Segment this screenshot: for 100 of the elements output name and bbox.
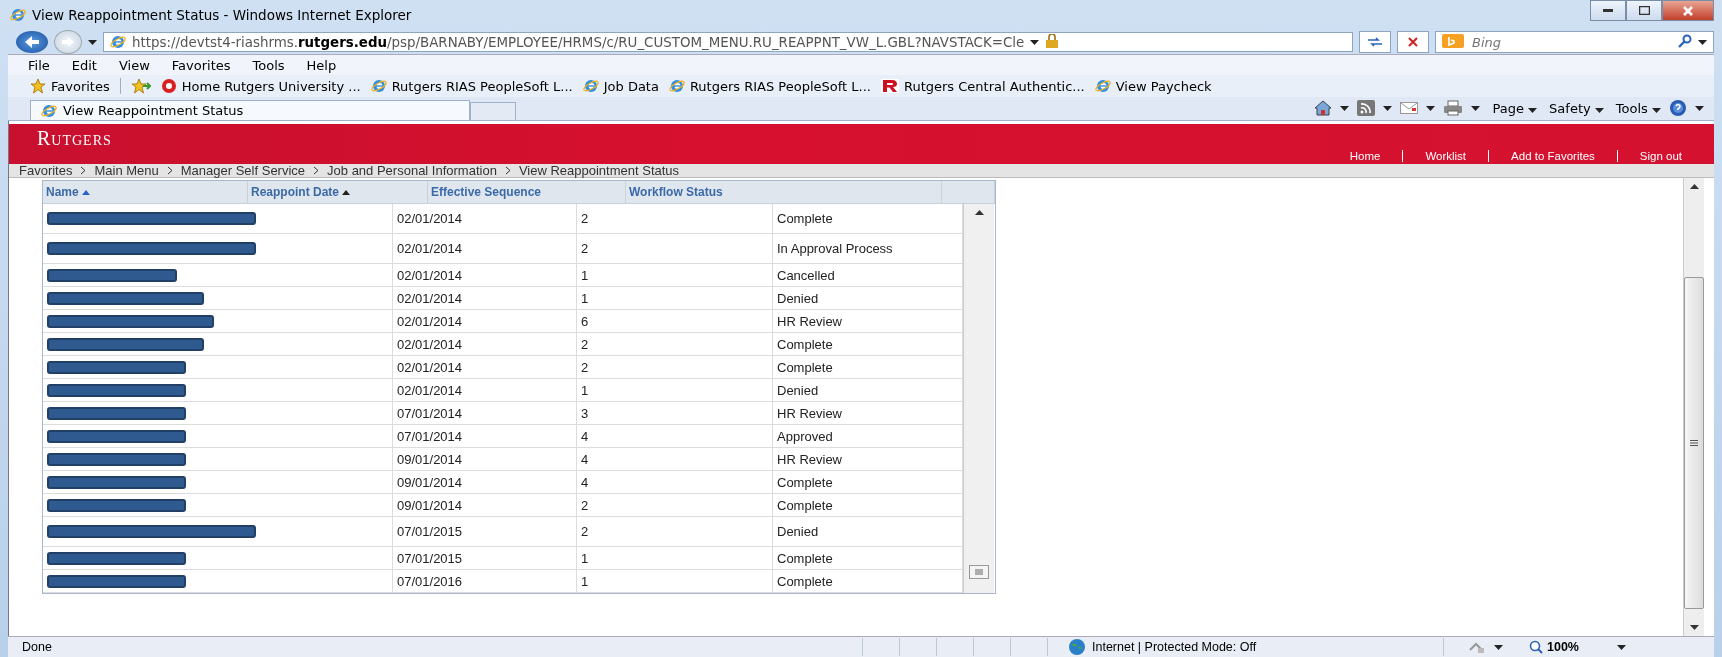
caret-icon[interactable] xyxy=(1340,105,1350,111)
table-cell: 2 xyxy=(577,356,773,378)
favorites-button[interactable]: Favorites xyxy=(30,78,110,94)
bookmark-link[interactable]: View Paycheck xyxy=(1094,78,1212,94)
status-text: Done xyxy=(21,640,53,654)
caret-icon[interactable] xyxy=(1594,107,1604,113)
bookmark-link[interactable]: Job Data xyxy=(582,78,659,94)
caret-icon[interactable] xyxy=(1695,105,1704,111)
caret-icon[interactable] xyxy=(1383,105,1393,111)
header-link[interactable]: Sign out xyxy=(1616,150,1704,162)
table-cell: 1 xyxy=(577,264,773,286)
chevron-icon xyxy=(166,165,173,175)
table-cell: 09/01/2014 xyxy=(393,471,577,493)
table-cell: 07/01/2014 xyxy=(393,402,577,424)
ie-icon xyxy=(668,78,685,94)
command-menu[interactable]: Tools xyxy=(1611,100,1661,116)
table-cell: 3 xyxy=(577,402,773,424)
breadcrumb-link[interactable]: Main Menu xyxy=(94,162,159,178)
home-icon[interactable] xyxy=(1314,100,1333,116)
breadcrumb-link[interactable]: Job and Personal Information xyxy=(327,162,497,178)
address-field[interactable]: https://devtst4-riashrms.rutgers.edu/psp/BARNABY/EMPLOYEE/HRMS/c/RU_CUSTOM_MENU.RU_REAPPNT_VW_L.GBL?NAVSTACK=Cle xyxy=(103,32,1353,52)
chevron-icon xyxy=(80,165,87,175)
right-arrow-icon xyxy=(62,37,74,47)
table-cell: 6 xyxy=(577,310,773,332)
caret-icon[interactable] xyxy=(1494,644,1503,650)
caret-icon[interactable] xyxy=(1471,105,1481,111)
menu-item[interactable]: Help xyxy=(306,57,337,73)
back-button[interactable] xyxy=(16,31,48,53)
caret-icon[interactable] xyxy=(1652,107,1661,113)
caret-icon[interactable] xyxy=(1528,107,1538,113)
column-header[interactable]: Effective Sequence xyxy=(428,181,626,203)
globe-icon xyxy=(1068,638,1086,656)
caret-icon[interactable] xyxy=(1030,39,1040,45)
column-header[interactable]: Name xyxy=(43,181,248,203)
search-box[interactable]: Bing xyxy=(1435,31,1714,53)
header-link[interactable]: Add to Favorites xyxy=(1488,150,1617,162)
command-menu[interactable]: Page xyxy=(1488,100,1538,116)
caret-icon[interactable] xyxy=(1617,644,1626,650)
scrollbar[interactable] xyxy=(963,204,994,593)
ie-icon xyxy=(41,102,57,119)
bookmark-link[interactable]: Rutgers Central Authentic... xyxy=(880,78,1085,94)
bookmark-link[interactable]: Home Rutgers University ... xyxy=(160,78,361,94)
bookmark-link[interactable]: Rutgers RIAS PeopleSoft L... xyxy=(668,78,871,94)
table-cell: 4 xyxy=(577,471,773,493)
help-icon[interactable] xyxy=(1669,99,1687,117)
sort-arrow-icon[interactable] xyxy=(342,189,350,195)
printer-icon[interactable] xyxy=(1443,100,1464,116)
table-cell: 02/01/2014 xyxy=(393,287,577,309)
breadcrumb-link[interactable]: Favorites xyxy=(19,162,73,178)
star-icon xyxy=(30,78,46,94)
close-icon xyxy=(1408,37,1418,47)
search-field[interactable]: Bing xyxy=(1470,33,1672,51)
ie-icon xyxy=(370,78,387,94)
site-logo: Rutgers xyxy=(37,126,112,151)
table-cell: 07/01/2015 xyxy=(393,547,577,569)
column-header[interactable]: Workflow Status xyxy=(626,181,942,203)
zoom-icon xyxy=(1529,640,1543,654)
caret-icon[interactable] xyxy=(88,39,97,45)
minimize-button[interactable] xyxy=(1590,0,1626,21)
bookmark-link[interactable]: Rutgers RIAS PeopleSoft L... xyxy=(370,78,573,94)
table-cell: 07/01/2015 xyxy=(393,517,577,546)
stop-button[interactable] xyxy=(1397,31,1429,53)
browser-tab[interactable]: View Reappointment Status xyxy=(30,100,470,120)
header-link[interactable]: Worklist xyxy=(1402,150,1489,162)
table-cell: 4 xyxy=(577,448,773,470)
command-menu[interactable]: Safety xyxy=(1545,100,1604,116)
table-cell: 02/01/2014 xyxy=(393,333,577,355)
maximize-button[interactable] xyxy=(1626,0,1662,21)
menu-item[interactable]: Favorites xyxy=(171,57,231,73)
close-icon xyxy=(1683,5,1693,16)
table-cell: 1 xyxy=(577,570,773,592)
feed-icon[interactable] xyxy=(1357,100,1376,116)
header-link[interactable]: Home xyxy=(1327,150,1403,162)
down-arrow-icon xyxy=(1689,625,1699,630)
menu-item[interactable]: View xyxy=(118,57,150,73)
zoom-button[interactable]: 100% xyxy=(1529,640,1579,654)
caret-icon[interactable] xyxy=(1426,105,1436,111)
column-header[interactable]: Reappoint Date xyxy=(248,181,428,203)
table-cell: 2 xyxy=(577,494,773,516)
table-cell: 02/01/2014 xyxy=(393,264,577,286)
mail-icon[interactable] xyxy=(1400,102,1419,114)
page-scrollbar[interactable] xyxy=(1683,178,1704,636)
table-cell: 02/01/2014 xyxy=(393,356,577,378)
ie-icon xyxy=(1094,78,1111,94)
breadcrumb-link[interactable]: View Reappointment Status xyxy=(518,162,680,178)
table-cell: 02/01/2014 xyxy=(393,310,577,332)
add-favorite-icon[interactable] xyxy=(119,78,151,94)
security-zone: Internet | Protected Mode: Off xyxy=(1092,640,1257,654)
two-arrows-icon xyxy=(1367,37,1383,47)
ie-icon xyxy=(110,34,126,50)
table-cell: 2 xyxy=(577,333,773,355)
refresh-button[interactable] xyxy=(1359,31,1391,53)
table-cell: 07/01/2014 xyxy=(393,425,577,447)
menu-item[interactable]: Edit xyxy=(71,57,97,73)
caret-icon[interactable] xyxy=(1698,39,1707,45)
menu-item[interactable]: Tools xyxy=(252,57,285,73)
close-button[interactable] xyxy=(1662,0,1714,21)
menu-item[interactable]: File xyxy=(28,57,50,73)
table-cell: 2 xyxy=(577,517,773,546)
breadcrumb-link[interactable]: Manager Self Service xyxy=(180,162,306,178)
